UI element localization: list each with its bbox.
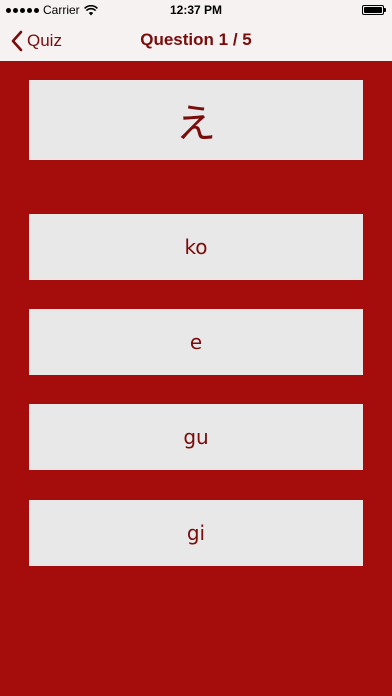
question-character-card: え — [29, 80, 363, 160]
status-bar: Carrier 12:37 PM — [0, 0, 392, 20]
answer-option-button[interactable]: ko — [29, 214, 363, 280]
status-time: 12:37 PM — [169, 3, 223, 17]
battery-icon — [362, 5, 386, 15]
question-character: え — [176, 101, 216, 147]
answer-option-label: e — [189, 330, 203, 354]
page-title: Question 1 / 5 — [140, 30, 252, 49]
answer-option-label: gu — [183, 425, 209, 449]
answer-option-label: gi — [186, 521, 206, 545]
answer-option-label: ko — [184, 235, 208, 259]
answer-option-button[interactable]: e — [29, 309, 363, 375]
answer-option-button[interactable]: gu — [29, 404, 363, 470]
answer-option-button[interactable]: gi — [29, 500, 363, 566]
quiz-content: え ko e gu gi — [0, 61, 392, 696]
navigation-bar: Quiz Question 1 / 5 — [0, 20, 392, 61]
